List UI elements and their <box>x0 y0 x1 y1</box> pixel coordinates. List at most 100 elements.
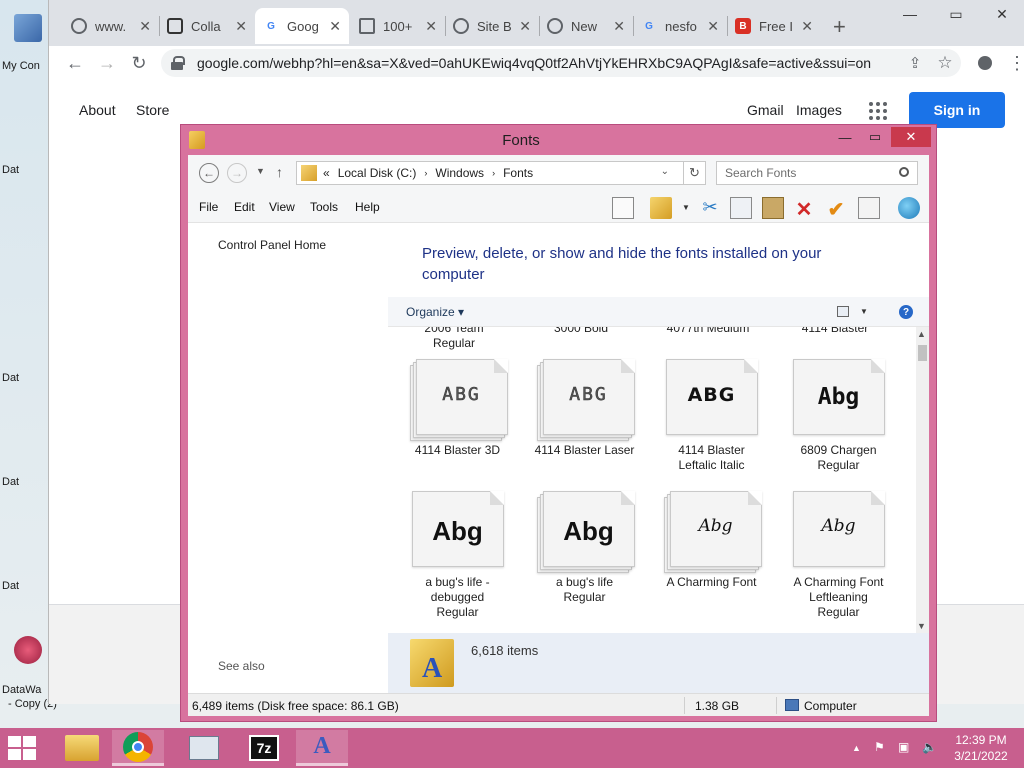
close-window-button[interactable]: ✕ <box>891 127 931 147</box>
minimize-button[interactable]: — <box>887 0 933 28</box>
search-fonts-input[interactable]: Search Fonts <box>716 161 918 185</box>
volume-muted-icon[interactable]: 🔈 <box>922 740 937 754</box>
change-view-icon[interactable] <box>837 306 849 317</box>
chevron-down-icon[interactable]: ▼ <box>682 203 690 212</box>
chevron-down-icon[interactable]: ▼ <box>860 307 868 316</box>
delete-x-icon[interactable]: ✕ <box>793 197 815 221</box>
datawave-icon[interactable] <box>14 636 42 664</box>
control-panel-home-link[interactable]: Control Panel Home <box>218 238 326 252</box>
reload-icon[interactable]: ↻ <box>127 51 151 75</box>
font-item[interactable]: Abg A Charming Font Leftleaning Regular <box>775 491 902 620</box>
breadcrumb[interactable]: « Local Disk (C:) › Windows › Fonts ⌄ <box>296 161 684 185</box>
menu-edit[interactable]: Edit <box>234 200 255 214</box>
profile-icon[interactable] <box>973 51 997 75</box>
close-icon[interactable]: ✕ <box>707 18 719 35</box>
back-icon[interactable]: ← <box>63 51 87 75</box>
menu-tools[interactable]: Tools <box>310 200 338 214</box>
browser-tab[interactable]: Colla ✕ <box>159 8 255 44</box>
font-item[interactable]: Abg a bug's life Regular <box>521 491 648 605</box>
breadcrumb-overflow[interactable]: « <box>323 166 330 180</box>
apps-grid-icon[interactable] <box>869 102 887 120</box>
font-item[interactable]: ABG 4114 Blaster Laser <box>521 359 648 458</box>
back-icon[interactable]: ← <box>199 163 219 183</box>
share-icon[interactable]: ⇪ <box>903 51 927 75</box>
file-explorer-taskbar-button[interactable] <box>56 730 108 766</box>
windows-start-icon[interactable] <box>8 736 38 760</box>
checkmark-icon[interactable]: ✔ <box>825 197 847 221</box>
font-item[interactable]: Abg a bug's life - debugged Regular <box>394 491 521 620</box>
cut-icon[interactable]: ✂ <box>699 197 721 219</box>
7zip-taskbar-button[interactable]: 7z <box>238 730 290 766</box>
store-link[interactable]: Store <box>136 102 169 118</box>
properties-icon[interactable] <box>858 197 880 219</box>
folder-check-icon[interactable] <box>650 197 672 219</box>
address-bar[interactable]: google.com/webhp?hl=en&sa=X&ved=0ahUKEwi… <box>161 49 961 77</box>
browser-tab[interactable]: Site B ✕ <box>445 8 539 44</box>
menu-kebab-icon[interactable]: ⋮ <box>1005 51 1024 75</box>
clock-date: 3/21/2022 <box>954 749 1008 763</box>
close-icon[interactable]: ✕ <box>139 18 151 35</box>
preview-pane-icon[interactable] <box>612 197 634 219</box>
font-item[interactable]: ABG 4114 Blaster Leftalic Italic <box>648 359 775 473</box>
about-link[interactable]: About <box>79 102 116 118</box>
browser-tab[interactable]: 100+ ✕ <box>351 8 445 44</box>
font-label-partial[interactable]: 4077th Medium <box>648 327 768 336</box>
close-icon[interactable]: ✕ <box>519 18 531 35</box>
menu-view[interactable]: View <box>269 200 295 214</box>
recent-locations-chevron-icon[interactable]: ▼ <box>256 166 265 176</box>
maximize-button[interactable]: ▭ <box>933 0 979 28</box>
organize-button[interactable]: Organize ▾ <box>406 305 464 319</box>
close-icon[interactable]: ✕ <box>613 18 625 35</box>
copy-icon[interactable] <box>730 197 752 219</box>
show-hidden-icons-chevron-icon[interactable]: ▲ <box>852 743 861 753</box>
new-tab-button[interactable]: + <box>833 14 846 40</box>
close-icon[interactable]: ✕ <box>801 18 813 35</box>
menu-file[interactable]: File <box>199 200 218 214</box>
browser-tab-active[interactable]: G Goog ✕ <box>255 8 349 44</box>
action-center-flag-icon[interactable]: ⚑ <box>874 740 885 754</box>
breadcrumb-item-fonts[interactable]: Fonts <box>503 166 533 180</box>
scroll-thumb[interactable] <box>918 345 927 361</box>
browser-tab[interactable]: www. ✕ <box>63 8 159 44</box>
menu-help[interactable]: Help <box>355 200 380 214</box>
browser-tab[interactable]: G nesfo ✕ <box>633 8 727 44</box>
maximize-button[interactable]: ▭ <box>861 127 889 147</box>
close-icon[interactable]: ✕ <box>425 18 437 35</box>
breadcrumb-item-windows[interactable]: Windows <box>435 166 484 180</box>
breadcrumb-item-local-disk[interactable]: Local Disk (C:) <box>338 166 417 180</box>
font-label-partial[interactable]: 2006 Team Regular <box>394 327 514 351</box>
gmail-link[interactable]: Gmail <box>747 102 784 118</box>
scroll-down-icon[interactable]: ▼ <box>917 621 926 631</box>
close-icon[interactable]: ✕ <box>235 18 247 35</box>
forward-icon[interactable]: → <box>95 51 119 75</box>
font-label-partial[interactable]: 4114 Blaster <box>775 327 895 336</box>
sign-in-button[interactable]: Sign in <box>909 92 1005 128</box>
forward-icon[interactable]: → <box>227 163 247 183</box>
close-window-button[interactable]: ✕ <box>979 0 1024 28</box>
scroll-up-icon[interactable]: ▲ <box>917 329 926 339</box>
font-item[interactable]: ABG 4114 Blaster 3D <box>394 359 521 458</box>
close-icon[interactable]: ✕ <box>329 18 341 35</box>
computer-icon[interactable] <box>14 14 42 42</box>
globe-icon[interactable] <box>898 197 920 219</box>
browser-tab[interactable]: New ✕ <box>539 8 633 44</box>
system-clock[interactable]: 12:39 PM 3/21/2022 <box>946 732 1016 764</box>
fonts-taskbar-button[interactable]: A <box>296 730 348 766</box>
help-icon[interactable]: ? <box>899 305 913 319</box>
font-item[interactable]: Abg A Charming Font <box>648 491 775 590</box>
font-item[interactable]: Abg 6809 Chargen Regular <box>775 359 902 473</box>
browser-tab[interactable]: B Free I ✕ <box>727 8 821 44</box>
font-label-partial[interactable]: 3000 Bold <box>521 327 641 336</box>
chrome-taskbar-button[interactable] <box>112 730 164 766</box>
minimize-button[interactable]: — <box>831 127 859 147</box>
images-link[interactable]: Images <box>796 102 842 118</box>
refresh-icon[interactable]: ↻ <box>684 161 706 185</box>
chevron-down-icon[interactable]: ⌄ <box>661 166 669 177</box>
network-icon[interactable]: ▣ <box>898 740 909 754</box>
vertical-scrollbar[interactable]: ▲ ▼ <box>916 327 929 633</box>
paste-icon[interactable] <box>762 197 784 219</box>
bookmark-star-icon[interactable]: ☆ <box>933 51 957 75</box>
performance-monitor-taskbar-button[interactable] <box>178 730 230 766</box>
up-arrow-icon[interactable]: ↑ <box>276 164 283 180</box>
font-file-icon: Abg <box>410 491 506 571</box>
